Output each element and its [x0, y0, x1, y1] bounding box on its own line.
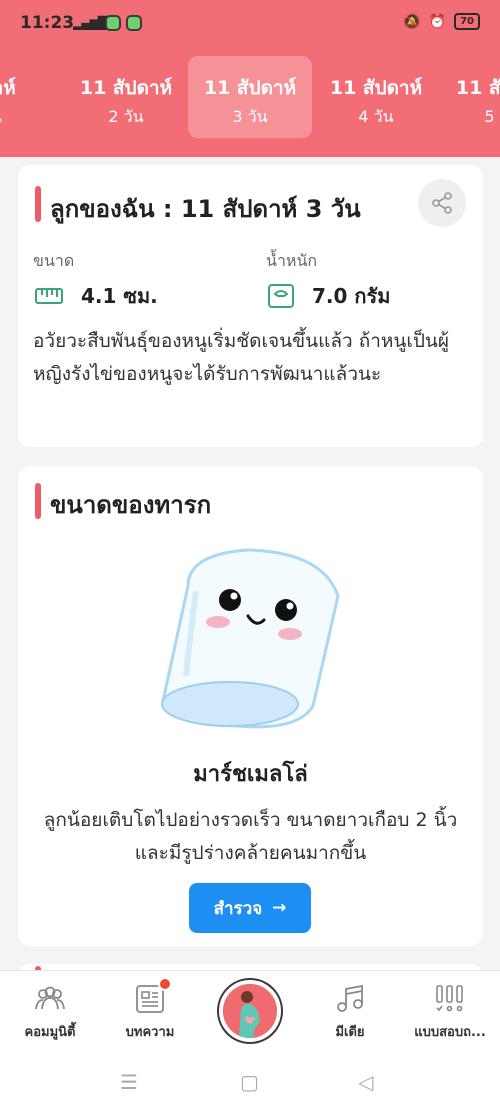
arrow-right-icon: →	[272, 898, 287, 918]
week-tab[interactable]: 11 สัปดาห์ 4 วัน	[314, 56, 438, 138]
message-app-icon	[126, 15, 142, 31]
notification-badge	[158, 977, 172, 991]
week-label: 11 สัปดาห์	[203, 77, 297, 99]
home-icon[interactable]: ▢	[240, 1070, 259, 1094]
week-label: 11 สัปดาห์	[455, 77, 500, 99]
scale-icon	[268, 284, 294, 308]
nav-media[interactable]: มีเดีย	[300, 971, 400, 1051]
summary-title: ลูกของฉัน : 11 สัปดาห์ 3 วัน	[50, 195, 361, 223]
nav-survey[interactable]: แบบสอบถ...	[400, 971, 500, 1051]
day-label: 5 วัน	[484, 107, 500, 126]
header: 11:23 ▂▄▆█ 🔕 ⏰ 70 ปดาห์ วัน 11 สัปดาห์ 2…	[0, 0, 500, 157]
day-label: วัน	[0, 105, 54, 130]
ruler-icon	[35, 288, 63, 304]
community-icon	[35, 986, 65, 1010]
title-accent-bar	[35, 483, 41, 519]
week-tab[interactable]: 11 สัปดาห์ 5 วัน	[440, 56, 500, 138]
music-icon	[337, 984, 363, 1012]
week-selector: ปดาห์ วัน 11 สัปดาห์ 2 วัน 11 สัปดาห์ 3 …	[0, 56, 500, 138]
system-nav-bar: ☰ ▢ ◁	[0, 1050, 500, 1111]
week-label: 11 สัปดาห์	[329, 77, 423, 99]
signal-icon: ▂▄▆█	[73, 16, 107, 30]
share-button[interactable]	[418, 179, 466, 227]
weight-value-row: 7.0 กรัม	[268, 280, 390, 312]
week-tab-active[interactable]: 11 สัปดาห์ 3 วัน	[188, 56, 312, 138]
weight-label: น้ำหนัก	[266, 251, 318, 270]
nav-label: บทความ	[125, 1025, 175, 1040]
baby-size-description: ลูกน้อยเติบโตไปอย่างรวดเร็ว ขนาดยาวเกือบ…	[43, 809, 458, 864]
back-icon[interactable]: ◁	[358, 1070, 373, 1094]
pregnancy-center-button[interactable]	[219, 980, 281, 1042]
nav-label: แบบสอบถ...	[414, 1025, 486, 1040]
day-label: 3 วัน	[232, 107, 268, 126]
week-label: ปดาห์	[0, 77, 16, 99]
survey-icon	[436, 985, 463, 1012]
size-value-row: 4.1 ซม.	[35, 280, 158, 312]
baby-size-card: ขนาดของทารก มาร์ชเมลโล่ ลูกน้อยเติบโตไปอ…	[18, 466, 483, 946]
status-time: 11:23	[20, 13, 75, 33]
status-right: 🔕 ⏰ 70	[403, 13, 480, 30]
size-value: 4.1 ซม.	[81, 284, 158, 308]
pregnancy-icon	[223, 984, 277, 1038]
nav-label: มีเดีย	[335, 1025, 365, 1040]
summary-card: ลูกของฉัน : 11 สัปดาห์ 3 วัน ขนาด 4.1 ซม…	[18, 165, 483, 447]
development-description: อวัยวะสืบพันธุ์ของหนูเริ่มชัดเจนขึ้นแล้ว…	[33, 330, 450, 385]
marshmallow-illustration	[161, 548, 340, 729]
explore-button[interactable]: สำรวจ →	[189, 883, 311, 933]
title-accent-bar	[35, 186, 41, 222]
battery-icon: 70	[454, 13, 480, 30]
week-tab[interactable]: ปดาห์ วัน	[0, 56, 54, 138]
alarm-icon: ⏰	[428, 13, 447, 30]
size-label: ขนาด	[33, 251, 75, 270]
fruit-name: มาร์ชเมลโล่	[193, 762, 308, 787]
explore-label: สำรวจ	[213, 898, 263, 919]
share-icon	[432, 192, 452, 214]
mute-icon: 🔕	[403, 13, 421, 30]
baby-size-title: ขนาดของทารก	[50, 491, 212, 519]
nav-community[interactable]: คอมมูนิตี้	[0, 971, 100, 1051]
nav-label: คอมมูนิตี้	[24, 1025, 76, 1040]
day-label: 2 วัน	[108, 107, 144, 126]
day-label: 4 วัน	[358, 107, 394, 126]
nav-articles[interactable]: บทความ	[100, 971, 200, 1051]
weight-value: 7.0 กรัม	[312, 284, 391, 308]
week-label: 11 สัปดาห์	[79, 77, 173, 99]
menu-icon[interactable]: ☰	[120, 1070, 138, 1094]
status-bar: 11:23 ▂▄▆█ 🔕 ⏰ 70	[0, 0, 500, 46]
week-tab[interactable]: 11 สัปดาห์ 2 วัน	[64, 56, 188, 138]
line-app-icon	[105, 15, 121, 31]
